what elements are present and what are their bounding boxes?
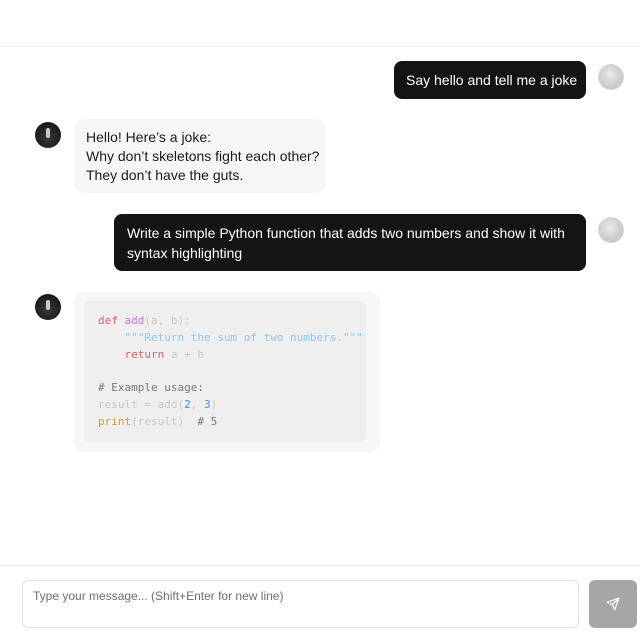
- code-keyword: def: [98, 314, 118, 327]
- assistant-message-line: Hello! Here’s a joke:: [86, 129, 212, 145]
- code-assignment: result = add(: [98, 397, 185, 411]
- composer-bar: [0, 565, 640, 640]
- code-function-name: add: [124, 314, 145, 327]
- chat-thread: Say hello and tell me a joke Hello! Here…: [0, 47, 640, 565]
- code-keyword: return: [124, 347, 165, 361]
- user-message-line: syntax highlighting: [127, 245, 243, 261]
- code-number: 3: [203, 397, 211, 411]
- message-input[interactable]: [22, 580, 579, 628]
- code-builtin: print: [98, 414, 132, 428]
- top-bar: [0, 0, 640, 47]
- assistant-avatar: [35, 122, 61, 148]
- code-return-expr: a + b: [170, 347, 204, 361]
- code-comment: # 5: [197, 414, 218, 428]
- code-comma: ,: [190, 397, 204, 411]
- assistant-avatar: [35, 294, 61, 320]
- code-close-paren: ): [210, 397, 218, 411]
- user-message-bubble: Write a simple Python function that adds…: [114, 214, 586, 271]
- assistant-message-line: They don’t have the guts.: [86, 167, 244, 183]
- user-message-text: Say hello and tell me a joke: [406, 72, 578, 88]
- code-params: (a, b):: [144, 314, 191, 327]
- user-message-line: Write a simple Python function that adds…: [127, 225, 565, 241]
- code-comment: # Example usage:: [98, 381, 204, 395]
- send-button[interactable]: [589, 580, 637, 628]
- user-message-bubble: Say hello and tell me a joke: [394, 61, 586, 99]
- assistant-message-line: Why don’t skeletons fight each other?: [86, 148, 320, 164]
- send-icon: [606, 597, 620, 611]
- assistant-message-bubble: Hello! Here’s a joke: Why don’t skeleton…: [74, 119, 326, 193]
- code-block: def add(a, b): """Return the sum of two …: [84, 301, 366, 442]
- user-avatar: [598, 217, 624, 243]
- code-docstring: """Return the sum of two numbers.""": [124, 330, 363, 344]
- assistant-code-message: def add(a, b): """Return the sum of two …: [74, 292, 380, 452]
- code-print-args: (result): [131, 414, 185, 428]
- code-number: 2: [184, 397, 191, 411]
- user-avatar: [598, 64, 624, 90]
